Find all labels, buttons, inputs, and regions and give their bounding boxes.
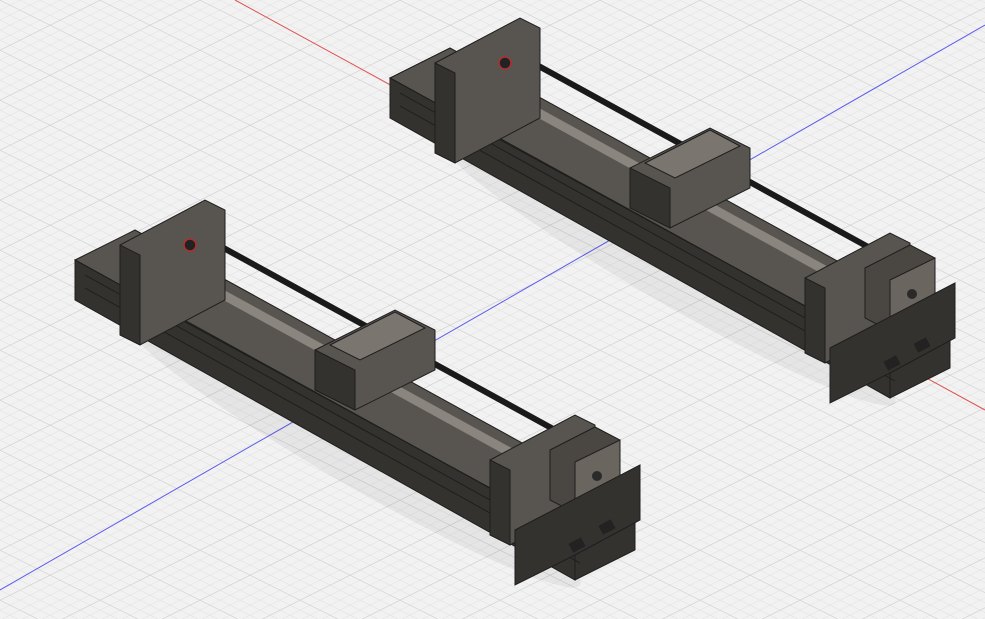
- end-plate-side: [119, 244, 141, 346]
- bearing-icon: [183, 238, 197, 252]
- end-plate-side: [489, 459, 511, 546]
- motor-shaft-icon: [592, 471, 602, 481]
- cad-viewport[interactable]: [0, 0, 985, 619]
- end-plate-side: [804, 277, 826, 364]
- bearing-icon: [498, 56, 512, 70]
- motor-shaft-icon: [907, 289, 917, 299]
- end-plate-side: [434, 62, 456, 164]
